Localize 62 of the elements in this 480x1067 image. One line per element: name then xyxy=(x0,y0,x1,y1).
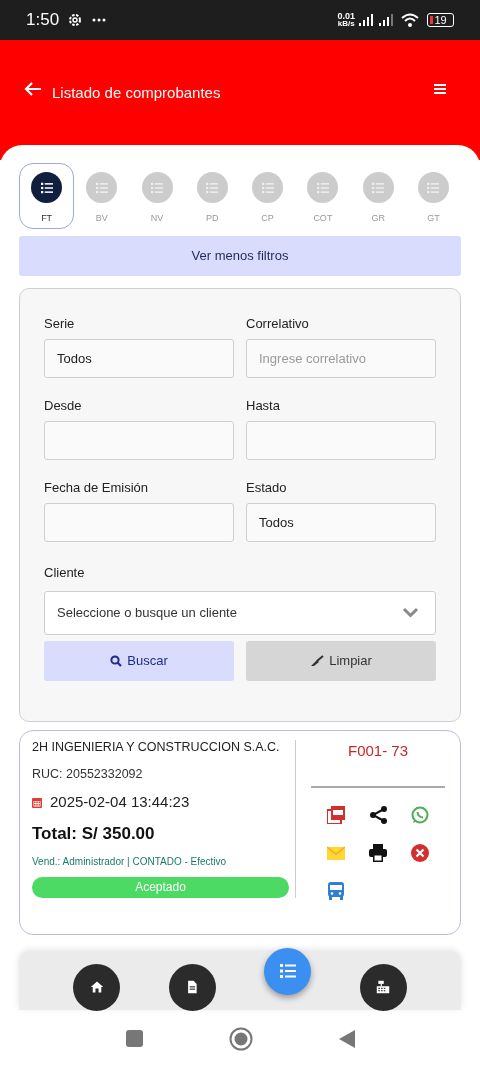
wifi-icon xyxy=(401,13,419,27)
list-icon xyxy=(279,963,296,979)
search-icon xyxy=(110,654,123,667)
input-field[interactable] xyxy=(246,421,436,460)
issue-date: 2025-02-04 13:44:23 xyxy=(50,792,190,813)
list-icon xyxy=(40,181,53,194)
seller-info: Vend.: Administrador | CONTADO - Efectivo xyxy=(32,855,228,870)
home-icon[interactable] xyxy=(228,1026,253,1051)
recent-apps-icon[interactable] xyxy=(125,1030,143,1047)
cancel-icon[interactable] xyxy=(411,844,429,862)
network-unit: kB/s xyxy=(337,20,355,28)
field-label: Correlativo xyxy=(246,315,310,331)
field-label: Estado xyxy=(246,479,288,495)
receipt-number: F001- 73 xyxy=(347,740,408,761)
broom-icon xyxy=(310,654,325,667)
list-icon xyxy=(95,181,108,194)
input-field[interactable]: Todos xyxy=(246,503,436,542)
total-amount: Total: S/ 350.00 xyxy=(32,822,156,845)
list-icon xyxy=(261,181,274,194)
back-icon[interactable] xyxy=(338,1029,355,1048)
calendar-icon xyxy=(32,797,42,808)
field-label: Serie xyxy=(44,315,76,331)
list-icon xyxy=(206,181,219,194)
list-icon xyxy=(316,181,329,194)
input-field[interactable] xyxy=(44,421,234,460)
more-icon xyxy=(92,18,107,22)
input-field[interactable] xyxy=(44,503,234,542)
list-icon xyxy=(427,181,440,194)
network-speed: 0.01 xyxy=(337,12,355,20)
back-icon[interactable] xyxy=(24,81,42,97)
list-icon xyxy=(151,181,164,194)
status-badge: Aceptado xyxy=(32,877,289,898)
document-type-tab[interactable]: FT xyxy=(19,163,75,229)
search-button[interactable]: Buscar xyxy=(44,640,234,681)
share-icon[interactable] xyxy=(369,806,387,824)
battery-level: 19 xyxy=(434,14,447,26)
client-dropdown[interactable]: Seleccione o busque un cliente xyxy=(44,590,436,635)
whatsapp-icon[interactable] xyxy=(411,806,429,824)
chevron-down-icon xyxy=(402,607,419,618)
signal-icon xyxy=(379,14,393,26)
cash-register-icon xyxy=(376,980,391,994)
filter-toggle-button[interactable]: Ver menos filtros xyxy=(19,236,461,276)
page-title: Listado de comprobantes xyxy=(52,83,221,103)
customer-name: 2H INGENIERIA Y CONSTRUCCION S.A.C. xyxy=(32,739,281,755)
bus-icon[interactable] xyxy=(327,882,345,900)
pdf-icon[interactable] xyxy=(327,806,345,824)
input-field[interactable]: Todos xyxy=(44,339,234,378)
menu-icon[interactable] xyxy=(434,83,446,95)
signal-icon xyxy=(359,14,373,26)
input-field[interactable]: Ingrese correlativo xyxy=(246,339,436,378)
field-label: Cliente xyxy=(44,564,86,582)
clear-button[interactable]: Limpiar xyxy=(246,640,436,681)
home-icon xyxy=(89,980,104,994)
field-label: Hasta xyxy=(246,397,281,413)
field-label: Fecha de Emisión xyxy=(44,479,150,495)
document-icon xyxy=(185,980,200,994)
list-icon xyxy=(372,181,385,194)
ruc-text: RUC: 20552332092 xyxy=(32,765,144,783)
field-label: Desde xyxy=(44,397,83,413)
settings-icon xyxy=(67,12,84,28)
clock: 1:50 xyxy=(26,9,60,32)
print-icon[interactable] xyxy=(369,844,387,862)
